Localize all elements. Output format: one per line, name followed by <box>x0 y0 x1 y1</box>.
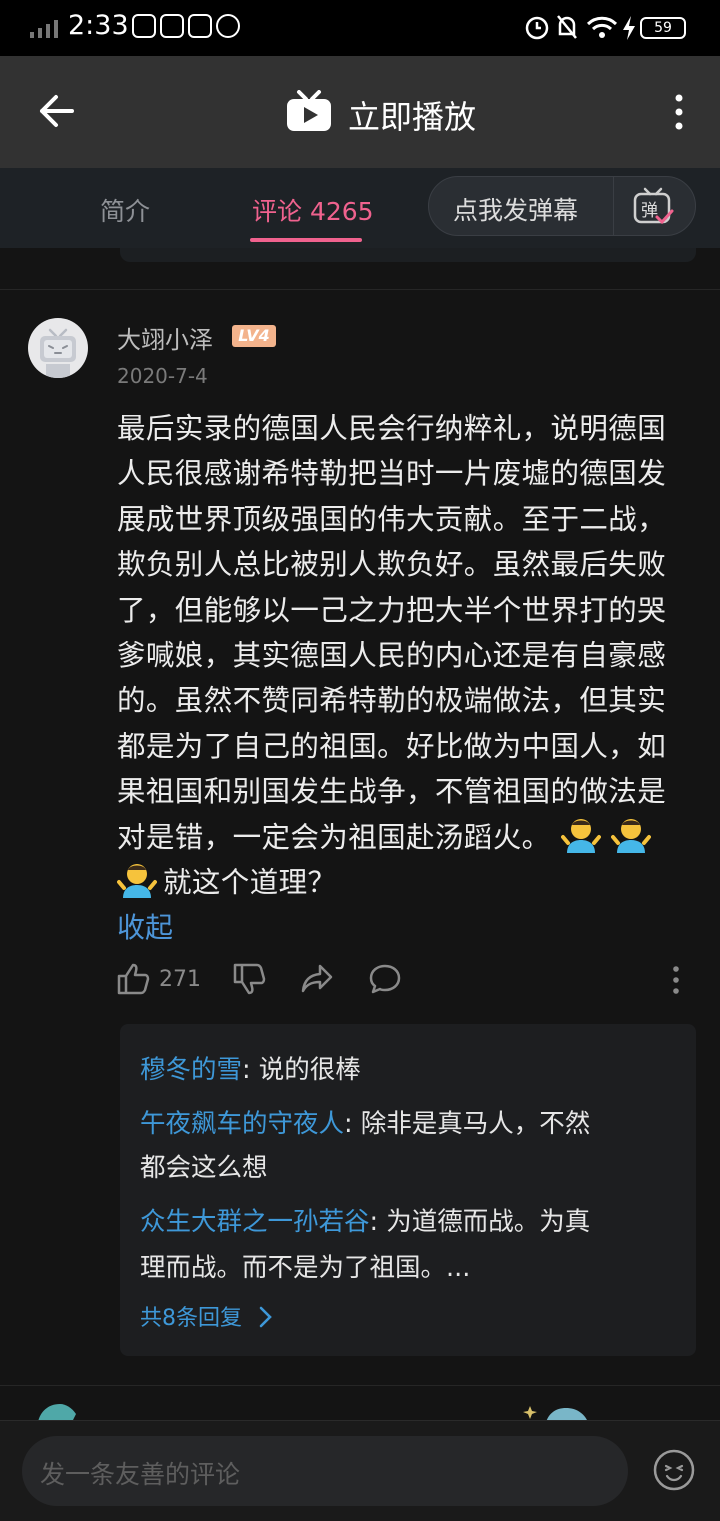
alarm-icon <box>525 16 549 40</box>
reply-item[interactable]: 众生大群之一孙若谷: 为道德而战。为真 <box>140 1200 590 1244</box>
reply-text: : 说的很棒 <box>242 1055 361 1085</box>
reply-item[interactable]: 穆冬的雪: 说的很棒 <box>140 1048 361 1092</box>
avatar[interactable] <box>28 318 88 378</box>
collapse-link[interactable]: 收起 <box>117 906 173 946</box>
danmaku-icon[interactable]: 弹 <box>633 187 674 227</box>
comment-line: 果祖国和别国发生战争，不管祖国的做法是 <box>117 775 667 809</box>
comment-line: 都是为了自己的祖国。好比做为中国人，如 <box>117 729 667 763</box>
danmaku-label: 点我发弹幕 <box>453 196 579 225</box>
wifi-icon <box>586 16 618 38</box>
tab-comments[interactable]: 评论 4265 <box>252 192 374 228</box>
charging-icon <box>623 16 635 40</box>
comment-line-text: 就这个道理？ <box>163 866 337 900</box>
comment-username[interactable]: 大翊小泽 <box>117 320 213 355</box>
comment-line: 人民很感谢希特勒把当时一片废墟的德国发 <box>117 457 667 491</box>
shrug-emoji-icon <box>610 815 651 855</box>
divider <box>0 1385 720 1386</box>
top-app-bar: 立即播放 <box>0 56 720 168</box>
reply-item[interactable]: 午夜飙车的守夜人: 除非是真马人，不然 <box>140 1102 590 1146</box>
clock-time: 2:33 <box>68 10 129 41</box>
comment-more-icon[interactable] <box>670 964 682 996</box>
shrug-emoji-icon <box>560 815 601 855</box>
notification-icon <box>216 14 240 38</box>
danmaku-icon-label: 弹 <box>641 201 658 221</box>
reply-text: : 除非是真马人，不然 <box>344 1109 591 1139</box>
reply-username[interactable]: 穆冬的雪 <box>140 1055 242 1085</box>
back-arrow-icon[interactable] <box>38 94 74 128</box>
danmaku-divider <box>613 177 614 235</box>
view-all-replies-label: 共8条回复 <box>140 1306 242 1331</box>
comment-line: 欺负别人总比被别人欺负好。虽然最后失败 <box>117 548 667 582</box>
reply-icon[interactable] <box>368 962 402 996</box>
notification-icon <box>132 14 156 38</box>
comment-line: 了，但能够以一己之力把大半个世界打的哭 <box>117 593 667 627</box>
divider <box>0 289 720 290</box>
like-count: 271 <box>159 967 201 992</box>
notification-icon <box>160 14 184 38</box>
reply-text: : 为道德而战。为真 <box>369 1207 591 1237</box>
status-bar: 2:33 59 <box>0 0 720 56</box>
comment-line: 展成世界顶级强国的伟大贡献。至于二战， <box>117 502 667 536</box>
next-comment-avatar[interactable] <box>34 1402 86 1422</box>
reply-username[interactable]: 众生大群之一孙若谷 <box>140 1207 370 1237</box>
signal-icon <box>30 20 58 38</box>
send-danmaku-button[interactable]: 点我发弹幕 弹 <box>428 176 696 236</box>
header-title[interactable]: 立即播放 <box>348 92 476 138</box>
comment-line: 就这个道理？ <box>117 860 697 905</box>
reply-username[interactable]: 午夜飙车的守夜人 <box>140 1109 344 1139</box>
comment-line: 对是错，一定会为祖国赴汤蹈火。 <box>117 815 697 860</box>
level-badge: LV4 <box>232 325 276 347</box>
comment-body: 最后实录的德国人民会行纳粹礼，说明德国 人民很感谢希特勒把当时一片废墟的德国发 … <box>117 406 697 905</box>
comment-date: 2020-7-4 <box>117 364 208 388</box>
comment-line-text: 对是错，一定会为祖国赴汤蹈火。 <box>117 820 551 854</box>
shrug-emoji-icon <box>117 860 157 900</box>
battery-icon: 59 <box>640 17 686 39</box>
chevron-right-icon <box>259 1306 272 1328</box>
mute-icon <box>557 15 577 39</box>
notification-icon <box>188 14 212 38</box>
emoji-icon[interactable] <box>652 1448 696 1492</box>
view-all-replies-link[interactable]: 共8条回复 <box>140 1300 276 1332</box>
comment-input-placeholder: 发一条友善的评论 <box>40 1460 241 1489</box>
previous-reply-card <box>120 248 696 262</box>
tv-logo-icon <box>287 90 331 131</box>
thumb-down-icon[interactable] <box>232 962 266 996</box>
reply-text-continued: 都会这么想 <box>140 1153 268 1183</box>
reply-text-continued: 理而战。而不是为了祖国。... <box>140 1253 471 1283</box>
thumb-up-icon[interactable] <box>116 962 150 996</box>
comment-line: 爹喊娘，其实德国人民的内心还是有自豪感 <box>117 639 667 673</box>
tab-indicator <box>250 238 362 242</box>
more-vertical-icon[interactable] <box>672 92 686 132</box>
share-icon[interactable] <box>300 962 334 996</box>
comment-input[interactable]: 发一条友善的评论 <box>22 1436 628 1506</box>
comment-line: 最后实录的德国人民会行纳粹礼，说明德国 <box>117 412 667 445</box>
comment-line: 的。虽然不赞同希特勒的极端做法，但其实 <box>117 684 667 718</box>
tab-intro[interactable]: 简介 <box>100 192 150 228</box>
